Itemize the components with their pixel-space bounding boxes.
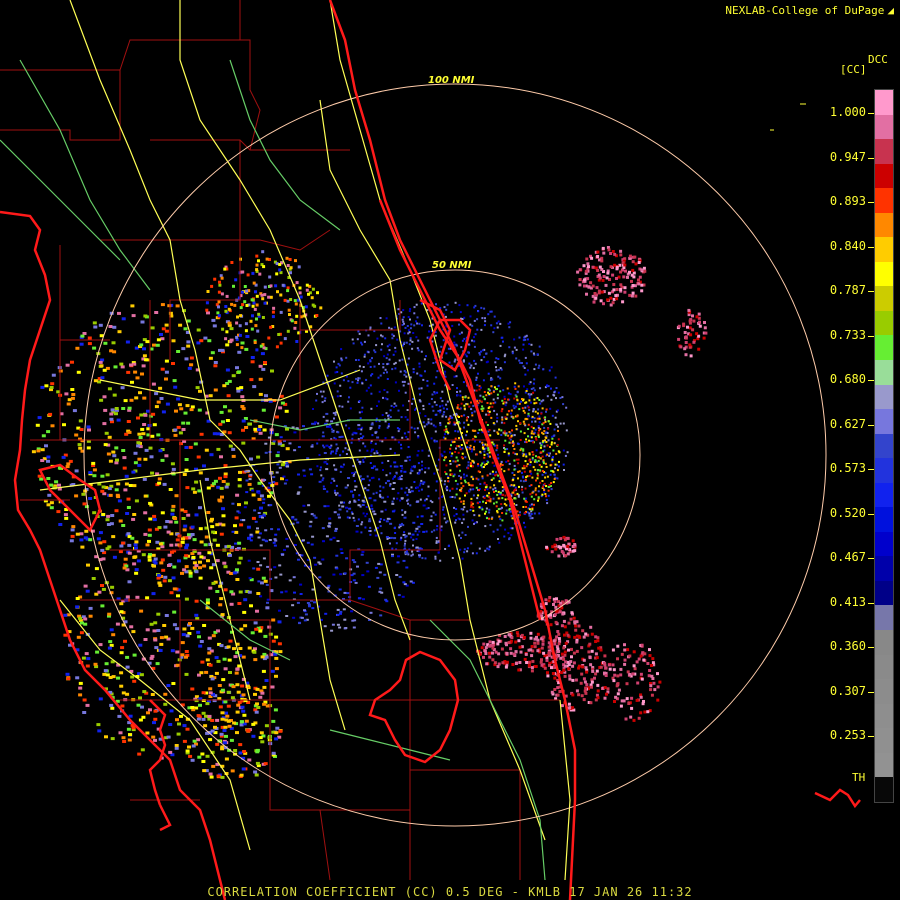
colorbar-tick-label: 0.840 xyxy=(829,238,866,253)
colorbar-tick-mark xyxy=(868,113,874,114)
colorbar-swatch xyxy=(875,139,893,164)
colorbar-swatch xyxy=(875,654,893,680)
colorbar-label-bottom: TH xyxy=(852,771,866,784)
colorbar-swatch xyxy=(875,90,893,115)
colorbar-tick-label: 1.000 xyxy=(829,105,866,119)
colorbar-tick-mark xyxy=(868,602,874,604)
colorbar-tick-mark xyxy=(868,380,874,381)
range-ring-100-label: 100 NMI xyxy=(428,75,475,86)
colorbar-tick-mark xyxy=(868,291,874,292)
colorbar-swatch xyxy=(875,630,893,655)
colorbar-tick-mark xyxy=(868,157,874,159)
colorbar-tick-mark xyxy=(868,691,874,693)
colorbar-tick-label: 0.680 xyxy=(829,372,866,386)
colorbar-tick-label: 0.733 xyxy=(829,327,866,342)
colorbar-tick-label: 0.947 xyxy=(829,149,866,164)
colorbar-label-top-right: DCC xyxy=(868,53,888,66)
colorbar-swatch xyxy=(875,188,893,213)
colorbar-swatch xyxy=(875,679,893,704)
colorbar-tick-mark xyxy=(868,335,874,337)
radar-map: 100 NMI 50 NMI xyxy=(0,0,900,900)
colorbar-tick-label: 0.573 xyxy=(829,461,866,475)
credit-label: NEXLAB-College of DuPage ◢ xyxy=(725,4,894,17)
credit-text: NEXLAB-College of DuPage xyxy=(725,4,885,17)
colorbar-swatch xyxy=(875,728,893,753)
colorbar-swatch xyxy=(875,384,893,410)
colorbar-swatch xyxy=(875,703,893,729)
colorbar-swatch xyxy=(875,556,893,581)
colorbar-tick-mark xyxy=(868,246,874,248)
colorbar-tick-mark xyxy=(868,647,874,648)
colorbar-tick-mark xyxy=(868,558,874,559)
colorbar-swatch xyxy=(875,335,893,361)
colorbar-swatch xyxy=(875,286,893,311)
colorbar-swatch xyxy=(875,163,893,189)
colorbar-swatch xyxy=(875,433,893,459)
colorbar-tick-mark xyxy=(868,736,874,737)
colorbar-tick-mark xyxy=(868,469,874,470)
colorbar-swatch xyxy=(875,409,893,434)
colorbar-swatch xyxy=(875,605,893,631)
colorbar-swatch xyxy=(875,777,893,802)
colorbar-tick-label: 0.627 xyxy=(829,416,866,431)
colorbar-tick-label: 0.467 xyxy=(829,550,866,564)
colorbar-tick-mark xyxy=(868,513,874,515)
colorbar-tick-label: 0.307 xyxy=(829,683,866,698)
colorbar-tick-label: 0.787 xyxy=(829,283,866,297)
colorbar-tick-mark xyxy=(868,202,874,203)
colorbar-tick-label: 0.253 xyxy=(829,728,866,742)
range-ring-50-label: 50 NMI xyxy=(432,260,472,271)
colorbar-swatch xyxy=(875,114,893,140)
colorbar-tick-label: 0.360 xyxy=(829,639,866,653)
product-title: CORRELATION COEFFICIENT (CC) 0.5 DEG - K… xyxy=(207,885,693,899)
colorbar-swatch xyxy=(875,261,893,287)
colorbar-tick-label: 0.413 xyxy=(829,594,866,609)
colorbar-tick-mark xyxy=(868,424,874,426)
colorbar-swatch xyxy=(875,212,893,238)
colorbar-swatch xyxy=(875,507,893,532)
colorbar-swatch xyxy=(875,310,893,336)
colorbar-swatch xyxy=(875,237,893,262)
colorbar-label-top-left: [CC] xyxy=(840,63,867,76)
colorbar-swatch xyxy=(875,458,893,483)
colorbar-swatch xyxy=(875,580,893,606)
colorbar-swatch xyxy=(875,360,893,385)
colorbar-tick-label: 0.520 xyxy=(829,505,866,520)
colorbar xyxy=(874,89,894,803)
colorbar-swatch xyxy=(875,752,893,778)
colorbar-swatch xyxy=(875,482,893,508)
colorbar-tick-label: 0.893 xyxy=(829,194,866,208)
colorbar-swatch xyxy=(875,531,893,557)
cod-logo-icon: ◢ xyxy=(887,4,894,17)
